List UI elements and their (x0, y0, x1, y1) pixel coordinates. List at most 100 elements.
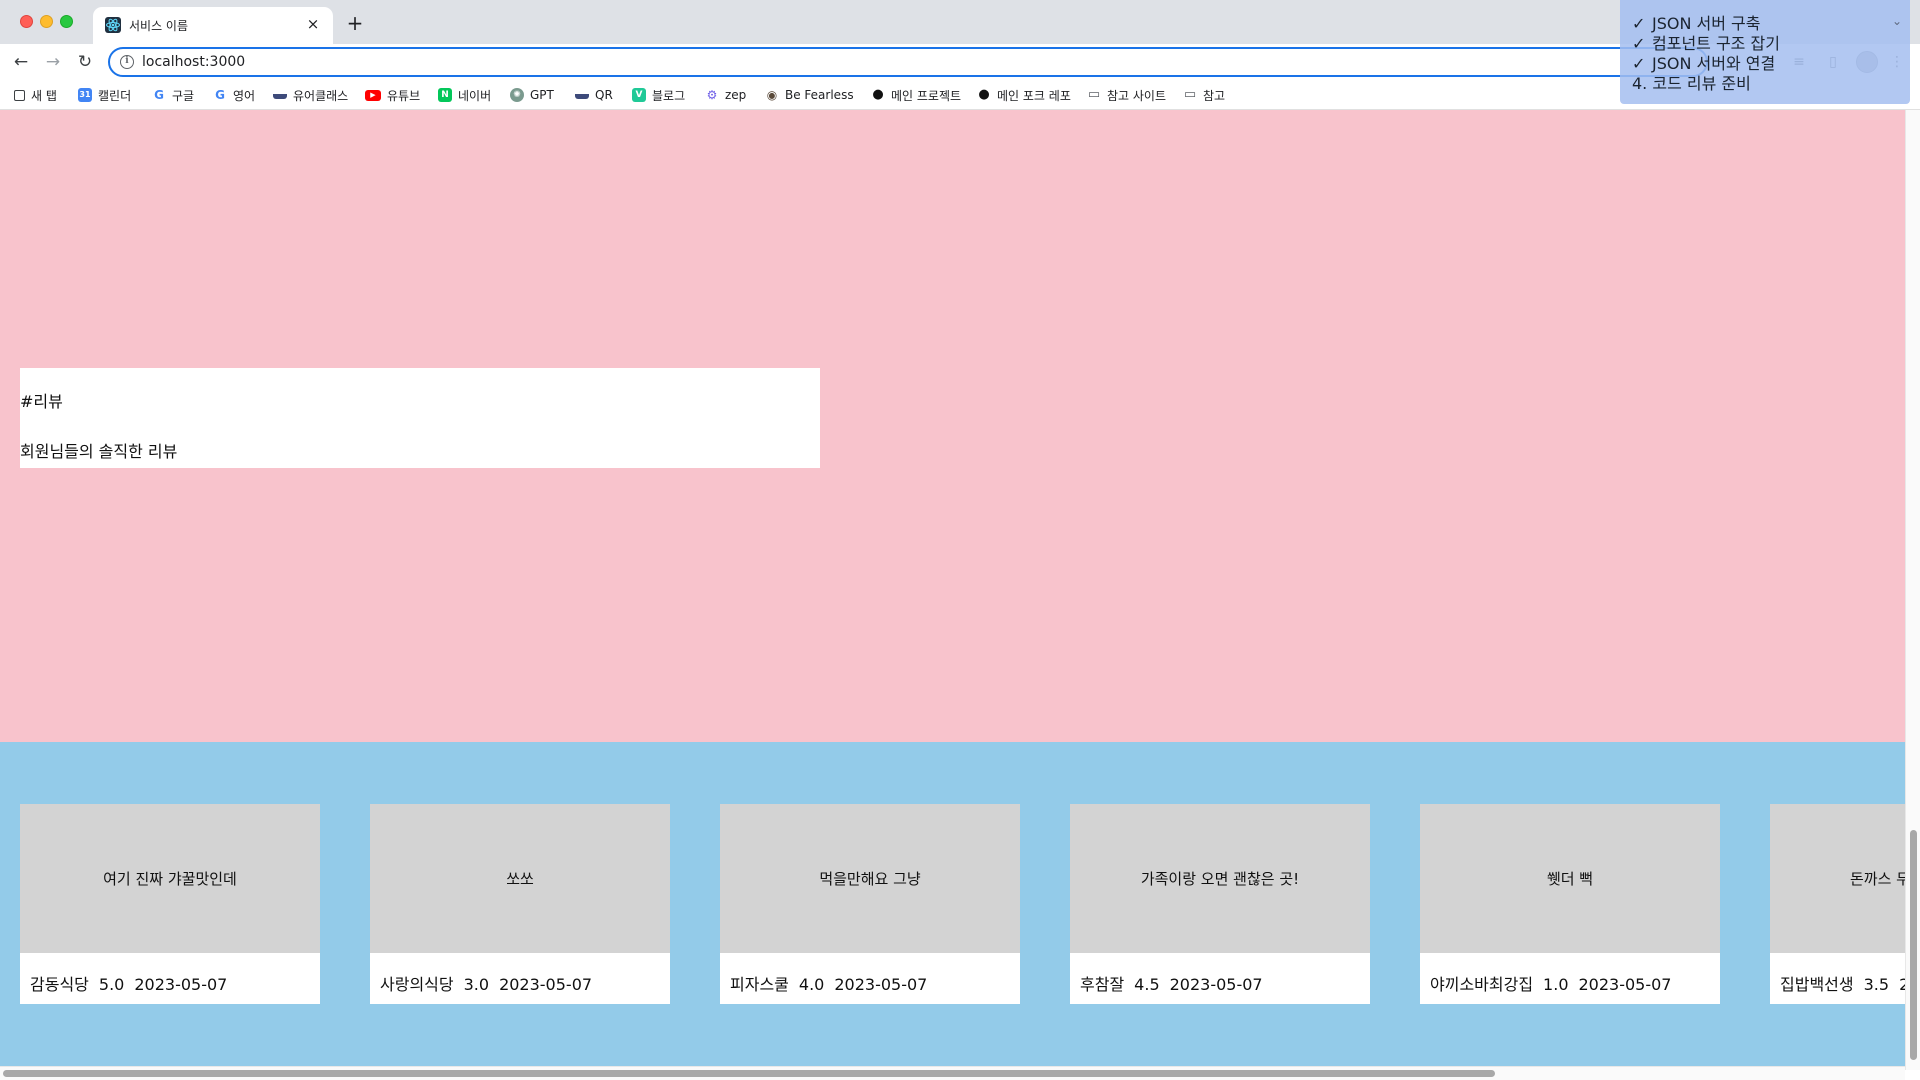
address-bar[interactable]: i localhost:3000 (108, 47, 1708, 77)
review-cards-section: 여기 진짜 갸꿀맛인데 감동식당 5.0 2023-05-07 쏘쏘 사랑의식당 3.… (0, 742, 1905, 1070)
bookmark-new-tab[interactable]: 새 탭 (14, 85, 57, 105)
window-maximize-button[interactable] (60, 15, 73, 28)
url-text[interactable]: localhost:3000 (142, 54, 245, 70)
review-rating: 3.0 (463, 975, 490, 994)
bookmark-label: 참고 (1203, 88, 1226, 103)
review-date: 2023-05-07 (134, 975, 228, 994)
todo-text: JSON 서버 구축 (1652, 14, 1761, 33)
bookmark-youtube[interactable]: ▶ 유튜브 (365, 85, 420, 105)
review-date: 2023-05-07 (1578, 975, 1672, 994)
todo-item: 4. 코드 리뷰 준비 (1632, 74, 1910, 94)
bookmark-zep[interactable]: ⚙ zep (705, 85, 747, 105)
restaurant-name: 피자스쿨 (730, 975, 789, 994)
bookmark-label: 블로그 (652, 88, 686, 103)
bookmark-label: 메인 프로젝트 (891, 88, 962, 103)
github-icon: ● (978, 87, 990, 102)
bookmark-qr[interactable]: QR (575, 85, 613, 105)
todo-text: 컴포넌트 구조 잡기 (1652, 34, 1780, 53)
review-card[interactable]: 쏘쏘 사랑의식당 3.0 2023-05-07 (370, 804, 670, 1004)
horizontal-scrollbar-thumb[interactable] (3, 1070, 1495, 1077)
bookmark-calendar[interactable]: 31 캘린더 (78, 85, 131, 105)
review-rating: 1.0 (1543, 975, 1569, 994)
calendar-icon: 31 (78, 88, 92, 102)
youtube-icon: ▶ (365, 89, 381, 101)
bookmark-label: 유어클래스 (293, 88, 349, 103)
review-card[interactable]: 가족이랑 오면 괜찮은 곳! 후참잘 4.5 2023-05-07 (1070, 804, 1370, 1004)
bookmark-main-project[interactable]: ● 메인 프로젝트 (871, 85, 961, 105)
restaurant-name: 후참잘 (1080, 975, 1125, 994)
github-icon: ● (872, 87, 884, 102)
review-date: 2023-05-07 (499, 975, 593, 994)
bookmark-label: 네이버 (458, 88, 492, 103)
review-card[interactable]: 먹을만해요 그냥 피자스쿨 4.0 2023-05-07 (720, 804, 1020, 1004)
review-card-info: 야끼소바최강집 1.0 2023-05-07 (1430, 971, 1681, 995)
review-card[interactable]: 돈까스 두 집밥백선생3.520 (1770, 804, 1905, 1004)
bookmark-label: 참고 사이트 (1107, 88, 1167, 103)
tab-active[interactable]: 서비스 이름 × (93, 7, 333, 44)
folder-icon: ▭ (1183, 87, 1197, 102)
tab-title: 서비스 이름 (129, 19, 189, 33)
vertical-scrollbar-thumb[interactable] (1910, 830, 1917, 1060)
review-rating: 5.0 (98, 975, 125, 994)
review-tag: #리뷰 (20, 392, 63, 411)
bookmark-folder-reference-sites[interactable]: ▭ 참고 사이트 (1087, 85, 1166, 105)
chevron-down-icon[interactable]: ⌄ (1892, 14, 1902, 28)
vertical-scrollbar[interactable] (1905, 110, 1920, 1070)
bookmark-label: 유튜브 (387, 88, 421, 103)
check-icon: ✓ (1632, 34, 1646, 53)
bookmark-naver[interactable]: N 네이버 (438, 85, 491, 105)
review-card-info: 감동식당 5.0 2023-05-07 (30, 971, 237, 995)
bookmark-blog[interactable]: V 블로그 (632, 85, 685, 105)
bookmark-folder-reference[interactable]: ▭ 참고 (1183, 85, 1225, 105)
google-icon: G (154, 88, 164, 102)
bookmark-main-fork-repo[interactable]: ● 메인 포크 레포 (977, 85, 1071, 105)
bookmark-label: Be Fearless (785, 88, 854, 102)
blank-page-icon (14, 89, 25, 101)
bookmark-label: QR (595, 88, 613, 102)
todo-text: JSON 서버와 연결 (1652, 54, 1776, 73)
bookmark-english[interactable]: G 영어 (213, 85, 255, 105)
window-close-button[interactable] (20, 15, 33, 28)
bookmark-google[interactable]: G 구글 (152, 85, 194, 105)
bookmark-urclass[interactable]: 유어클래스 (273, 85, 348, 105)
review-card-text: 돈까스 두 (1770, 804, 1905, 953)
page-viewport: #리뷰 회원님들의 솔직한 리뷰 여기 진짜 갸꿀맛인데 감동식당 5.0 2023… (0, 110, 1905, 1070)
openai-icon: ✺ (510, 88, 524, 102)
review-card[interactable]: 여기 진짜 갸꿀맛인데 감동식당 5.0 2023-05-07 (20, 804, 320, 1004)
naver-icon: N (438, 88, 452, 102)
check-icon: ✓ (1632, 14, 1646, 33)
horizontal-scrollbar[interactable] (0, 1066, 1905, 1080)
new-tab-button[interactable]: + (344, 12, 366, 34)
back-button[interactable]: ← (10, 51, 32, 73)
forward-button[interactable]: → (42, 51, 64, 73)
tab-close-icon[interactable]: × (303, 14, 323, 34)
review-card-text: 먹을만해요 그냥 (720, 804, 1020, 953)
review-card-info: 피자스쿨 4.0 2023-05-07 (730, 971, 937, 995)
bookmark-label: 새 탭 (31, 88, 57, 103)
urclass-icon (273, 91, 287, 99)
review-card-text: 쏘쏘 (370, 804, 670, 953)
bookmark-label: 구글 (172, 88, 195, 103)
todo-overlay: ✓ JSON 서버 구축 ✓ 컴포넌트 구조 잡기 ✓ JSON 서버와 연결 4. … (1620, 0, 1910, 104)
review-card[interactable]: 쒯더 뻑 야끼소바최강집 1.0 2023-05-07 (1420, 804, 1720, 1004)
review-subtitle: 회원님들의 솔직한 리뷰 (20, 442, 178, 461)
bookmark-label: 영어 (233, 88, 256, 103)
site-info-icon[interactable]: i (120, 55, 134, 69)
todo-text: 4. 코드 리뷰 준비 (1632, 74, 1751, 93)
bookmark-label: 메인 포크 레포 (997, 88, 1071, 103)
bookmark-gpt[interactable]: ✺ GPT (510, 85, 554, 105)
restaurant-name: 집밥백선생 (1780, 975, 1854, 994)
reload-button[interactable]: ↻ (74, 51, 96, 73)
folder-icon: ▭ (1087, 87, 1101, 102)
bookmark-be-fearless[interactable]: ◉ Be Fearless (765, 85, 854, 105)
window-minimize-button[interactable] (40, 15, 53, 28)
hero-section: #리뷰 회원님들의 솔직한 리뷰 (0, 110, 1905, 742)
review-rating: 4.5 (1134, 975, 1160, 994)
review-card-text: 가족이랑 오면 괜찮은 곳! (1070, 804, 1370, 953)
review-card-info: 사랑의식당 3.0 2023-05-07 (380, 971, 602, 995)
review-date: 2023-05-07 (834, 975, 928, 994)
eye-icon: ◉ (766, 88, 778, 102)
todo-item: ✓ 컴포넌트 구조 잡기 (1632, 34, 1910, 54)
check-icon: ✓ (1632, 54, 1646, 73)
review-rating: 3.5 (1863, 975, 1890, 994)
